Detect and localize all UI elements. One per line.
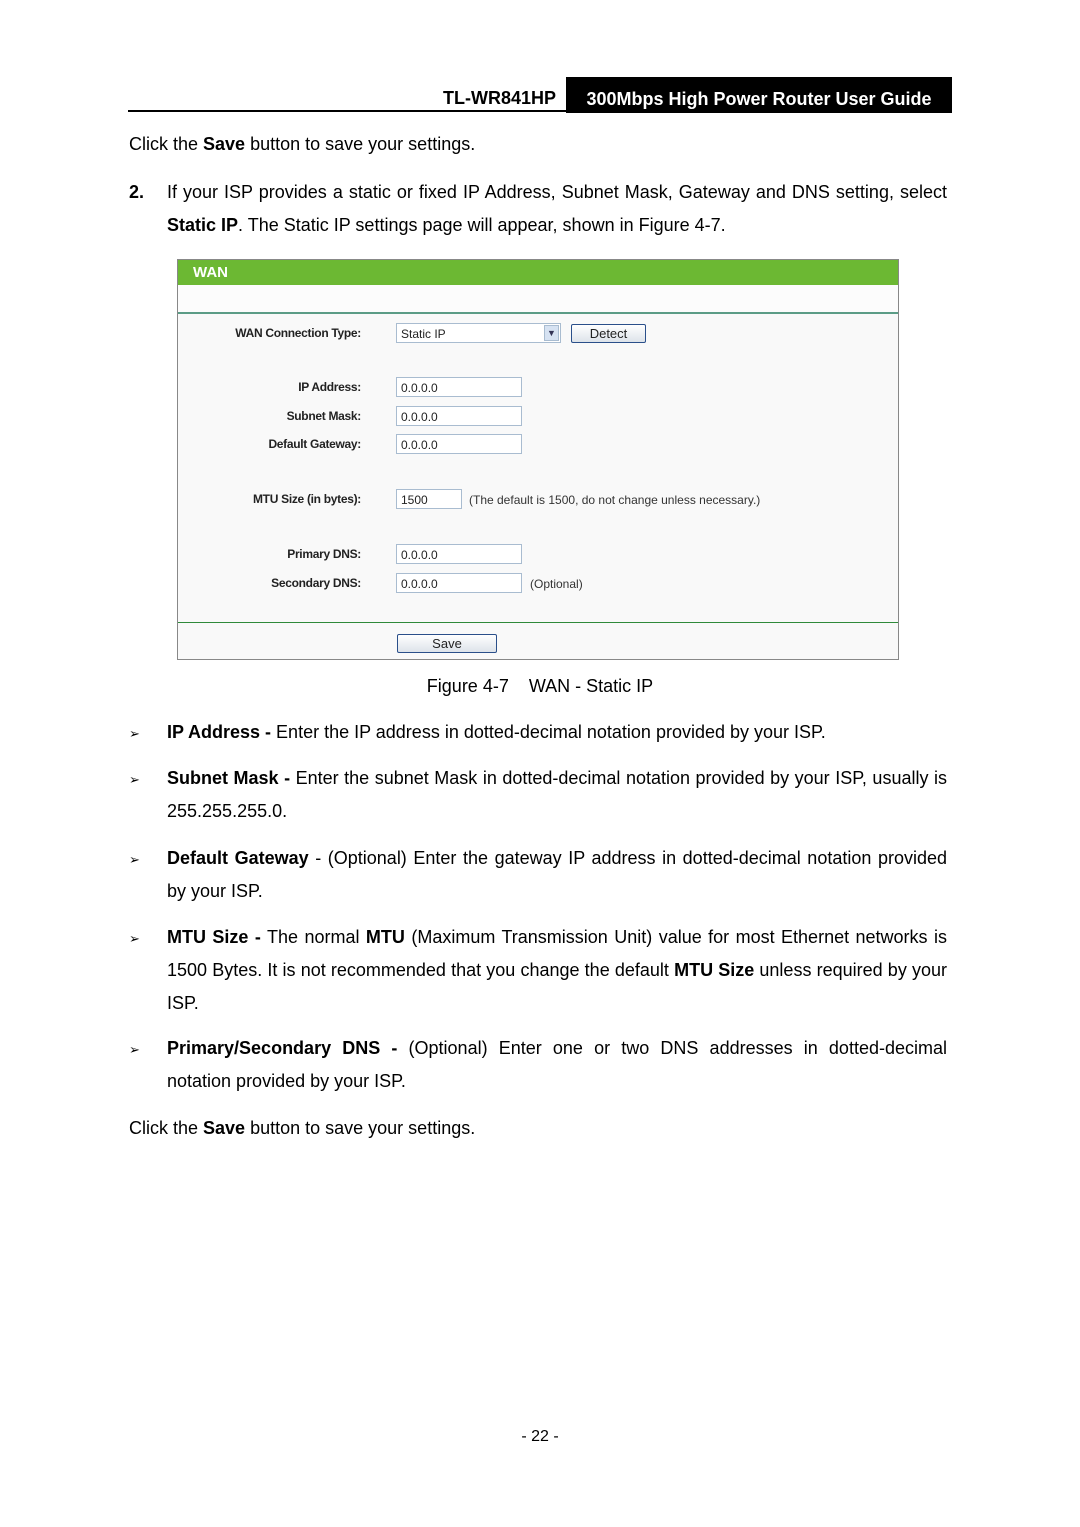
subnet-mask-input[interactable]: 0.0.0.0	[396, 406, 522, 426]
mtu-size-label: MTU Size (in bytes):	[252, 492, 361, 506]
bold-text: Save	[203, 134, 246, 154]
bold-text: Default Gateway	[167, 848, 309, 868]
intro-paragraph: Click the Save button to save your setti…	[129, 128, 949, 161]
mtu-note: (The default is 1500, do not change unle…	[469, 493, 761, 507]
bold-text: MTU Size -	[167, 927, 261, 947]
bullet-item: Default Gateway - (Optional) Enter the g…	[167, 842, 947, 908]
header-divider	[128, 110, 952, 112]
bullet-arrow-icon: ➢	[129, 1042, 140, 1057]
bullet-item: MTU Size - The normal MTU (Maximum Trans…	[167, 921, 947, 1020]
text-segment: The normal	[260, 927, 366, 947]
figure-caption: Figure 4-7 WAN - Static IP	[426, 676, 654, 696]
ip-address-input[interactable]: 0.0.0.0	[396, 377, 522, 397]
mtu-size-input[interactable]: 1500	[396, 489, 462, 509]
bullet-item: Subnet Mask - Enter the subnet Mask in d…	[167, 762, 947, 828]
wan-subheader	[178, 285, 898, 314]
secondary-dns-label: Secondary DNS:	[271, 576, 361, 590]
document-page: TL-WR841HP 300Mbps High Power Router Use…	[0, 0, 1080, 1527]
bold-text: Static IP	[167, 215, 239, 235]
ip-address-label: IP Address:	[298, 380, 361, 394]
bullet-arrow-icon: ➢	[129, 931, 140, 946]
bold-text: Subnet Mask -	[167, 768, 291, 788]
text-segment: button to save your settings.	[245, 1118, 476, 1138]
bullet-item: IP Address - Enter the IP address in dot…	[167, 716, 947, 749]
chevron-down-icon: ▼	[544, 325, 559, 341]
bullet-item: Primary/Secondary DNS - (Optional) Enter…	[167, 1032, 947, 1098]
secondary-dns-input[interactable]: 0.0.0.0	[396, 573, 522, 593]
bold-text: MTU Size	[674, 960, 755, 980]
bold-text: MTU	[365, 927, 405, 947]
save-button[interactable]: Save	[397, 634, 497, 653]
step-paragraph: If your ISP provides a static or fixed I…	[167, 176, 947, 242]
text-segment: Click the	[129, 1118, 204, 1138]
primary-dns-input[interactable]: 0.0.0.0	[396, 544, 522, 564]
text-segment: If your ISP provides a static or fixed I…	[167, 182, 947, 202]
connection-type-label: WAN Connection Type:	[235, 326, 361, 340]
step-number: 2.	[129, 182, 145, 202]
header-model: TL-WR841HP	[442, 88, 556, 108]
subnet-mask-label: Subnet Mask:	[286, 409, 362, 423]
default-gateway-input[interactable]: 0.0.0.0	[396, 434, 522, 454]
secondary-dns-note: (Optional)	[530, 577, 583, 591]
bullet-arrow-icon: ➢	[129, 772, 140, 787]
footer-divider	[178, 622, 898, 623]
wan-header: WAN	[178, 260, 898, 285]
connection-type-select[interactable]: Static IP ▼	[396, 323, 561, 343]
outro-paragraph: Click the Save button to save your setti…	[129, 1112, 949, 1145]
text-segment: . The Static IP settings page will appea…	[238, 215, 726, 235]
text-segment: Click the	[129, 134, 204, 154]
bullet-arrow-icon: ➢	[129, 726, 140, 741]
bold-text: Save	[203, 1118, 246, 1138]
bold-text: IP Address -	[167, 722, 272, 742]
detect-button[interactable]: Detect	[571, 324, 646, 343]
bold-text: Primary/Secondary DNS -	[167, 1038, 398, 1058]
text-segment: button to save your settings.	[245, 134, 476, 154]
header-title: 300Mbps High Power Router User Guide	[566, 77, 952, 113]
primary-dns-label: Primary DNS:	[287, 547, 361, 561]
bullet-arrow-icon: ➢	[129, 852, 140, 867]
wan-settings-screenshot: WAN WAN Connection Type: Static IP ▼ Dete…	[177, 259, 899, 660]
connection-type-value: Static IP	[401, 327, 446, 341]
text-segment: Enter the IP address in dotted-decimal n…	[271, 722, 826, 742]
page-number: - 22 -	[521, 1428, 559, 1445]
default-gateway-label: Default Gateway:	[268, 437, 361, 451]
